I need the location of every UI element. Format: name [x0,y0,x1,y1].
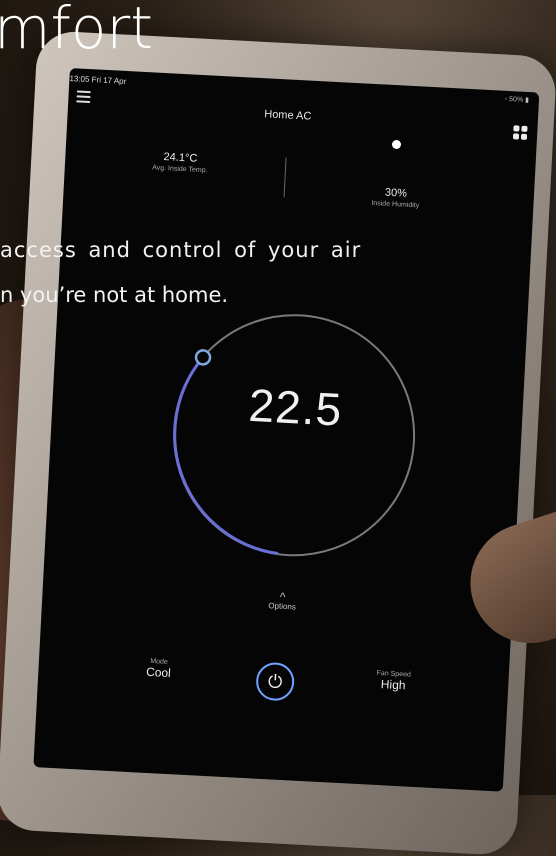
power-icon: ⏻ [267,670,283,692]
power-button[interactable]: ⏻ [255,661,296,702]
fan-speed-control[interactable]: Fan Speed High [358,669,429,694]
overlay-bullet [392,140,401,149]
temperature-dial[interactable] [152,293,436,577]
wifi-icon: ◦ [504,95,508,103]
options-button[interactable]: ^ Options [252,590,313,612]
setpoint-temperature: 22.5 [247,378,344,436]
overlay-headline: mfort [0,0,153,62]
fan-speed-value: High [380,677,406,693]
device-title: Home AC [263,108,312,123]
options-label: Options [268,601,297,612]
grid-icon[interactable] [512,125,528,141]
dial-track [173,314,416,557]
mode-value: Cool [145,664,172,681]
battery-level: 50% [508,96,524,104]
battery-icon: ▮ [524,96,530,105]
stats-divider [283,157,287,198]
overlay-text-line-1: access and control of your air [0,238,362,262]
humidity-stat: 30% Inside Humidity [345,185,446,211]
hamburger-menu-icon[interactable] [76,90,91,104]
mode-control[interactable]: Mode Cool [128,657,189,681]
tablet-screen: 13:05 Fri 17 Apr ◦ 50% ▮ Home AC 24.1°C … [33,68,540,792]
overlay-text-line-2: n you’re not at home. [0,283,229,307]
status-time-date: 13:05 Fri 17 Apr [69,73,127,86]
inside-temp-stat: 24.1°C Avg. Inside Temp. [125,149,236,176]
dial-handle[interactable] [194,349,212,366]
